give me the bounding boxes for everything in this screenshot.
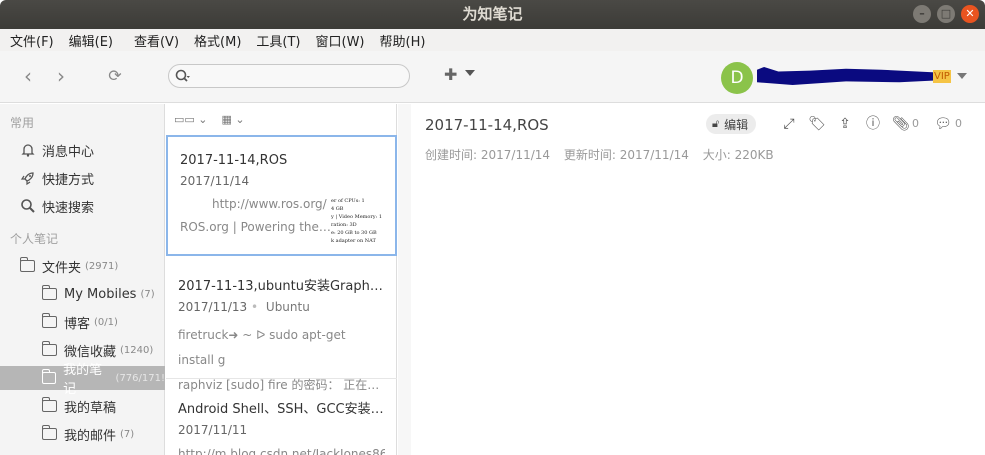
document-meta: 创建时间: 2017/11/14 更新时间: 2017/11/14 大小: 22… [425, 146, 784, 163]
note-date: 2017/11/14 [180, 174, 250, 188]
list-item[interactable]: 2017-11-14,ROS 2017/11/14 http://www.ros… [166, 135, 397, 256]
section-common: 常用 [10, 116, 35, 130]
list-item[interactable]: 2017-11-13,ubuntu安装GraphViz Do… 2017/11/… [166, 256, 397, 392]
sidebar-item-label: 我的草稿 [64, 400, 117, 416]
document-size: 大小: 220KB [702, 148, 774, 162]
sidebar-item-label: 我的邮件 [64, 428, 117, 444]
comment-count: 0 [955, 117, 962, 130]
folder-icon [41, 425, 57, 440]
window-title: 为知笔记 [462, 5, 523, 23]
sidebar-item-label: 我的笔记 [63, 363, 103, 397]
note-abstract: http://m.blog.csdn.net/JackJones86/ [178, 447, 385, 455]
share-icon[interactable]: ⇪ [836, 115, 854, 133]
sidebar-item-drafts[interactable]: 我的草稿 [0, 394, 165, 418]
username-redacted[interactable] [757, 67, 935, 85]
search-icon [21, 199, 35, 213]
folder-count: (1240) [120, 344, 154, 356]
sidebar-item-label: My Mobiles [64, 286, 137, 302]
note-title: 2017-11-13,ubuntu安装GraphViz Do… [178, 279, 385, 294]
main-toolbar: ‹ › ⟳ ✚ D VIP [0, 51, 985, 103]
sidebar-item-my-notes[interactable]: 我的笔记 (776/171! [0, 363, 165, 397]
folder-icon [41, 313, 57, 328]
attachment-count: 0 [912, 117, 919, 130]
close-icon[interactable]: ✕ [961, 5, 979, 23]
sidebar-item-folders[interactable]: 文件夹 (2971) [0, 254, 165, 278]
menu-window[interactable]: 窗口(W) [310, 31, 371, 50]
attachment-icon[interactable]: 📎︎ [892, 115, 910, 133]
folder-icon [19, 257, 35, 272]
folder-icon [41, 397, 57, 412]
folder-count: (776/171! [115, 372, 165, 384]
sidebar-item-label: 快速搜索 [42, 200, 95, 216]
tag-icon[interactable]: 🏷︎ [808, 115, 826, 133]
sidebar-item-label: 快捷方式 [42, 172, 95, 188]
sidebar-item-label: 消息中心 [42, 144, 95, 160]
folder-count: (2971) [85, 260, 119, 272]
user-menu-dropdown-icon[interactable] [957, 73, 967, 79]
sidebar-item-label: 微信收藏 [64, 344, 117, 360]
menu-edit[interactable]: 编辑(E) [63, 31, 119, 50]
sidebar: 常用 消息中心 快捷方式 快速搜索 个人笔记 文件夹 (2971) My Mob… [0, 104, 165, 455]
new-note-button[interactable]: ✚ [444, 65, 457, 84]
note-title: Android Shell、SSH、GCC安装与配… [178, 402, 385, 417]
note-date: 2017/11/13 • Ubuntu [178, 300, 310, 314]
search-dropdown-icon[interactable] [175, 68, 191, 84]
rocket-icon [20, 172, 34, 186]
bell-icon [21, 144, 35, 157]
avatar[interactable]: D [721, 62, 753, 94]
folder-count: (7) [120, 428, 135, 440]
updated-time: 更新时间: 2017/11/14 [563, 148, 689, 162]
list-item[interactable]: Android Shell、SSH、GCC安装与配… 2017/11/11 ht… [166, 379, 397, 455]
document-title: 2017-11-14,ROS [425, 116, 549, 134]
menu-file[interactable]: 文件(F) [4, 31, 60, 50]
edit-label: 编辑 [724, 117, 749, 132]
window-titlebar: 为知笔记 – □ ✕ [0, 0, 985, 29]
lock-icon: 🔓︎ [712, 117, 720, 130]
note-thumbnail: er of CPUs: 1 4 GB y | Video Memory: 1 r… [331, 198, 383, 243]
note-list: ▭▭ ⌄ ▦ ⌄ 2017-11-14,ROS 2017/11/14 http:… [166, 104, 397, 455]
list-toolbar: ▭▭ ⌄ ▦ ⌄ [166, 104, 396, 134]
sidebar-item-my-mobiles[interactable]: My Mobiles (7) [0, 282, 165, 306]
document-view: 2017-11-14,ROS 🔓︎ 编辑 ⤢ 🏷︎ ⇪ ⓘ 📎︎ 0 💬︎ 0 … [398, 104, 985, 455]
sidebar-item-messages[interactable]: 消息中心 [0, 138, 165, 162]
menu-help[interactable]: 帮助(H) [374, 31, 432, 50]
vip-badge: VIP [933, 70, 951, 83]
menu-bar: 文件(F) 编辑(E) 查看(V) 格式(M) 工具(T) 窗口(W) 帮助(H… [0, 29, 985, 51]
created-time: 创建时间: 2017/11/14 [425, 148, 551, 162]
folder-icon [41, 285, 57, 300]
search-input[interactable] [168, 64, 410, 88]
edit-button[interactable]: 🔓︎ 编辑 [706, 114, 757, 134]
menu-view[interactable]: 查看(V) [128, 31, 185, 50]
sync-icon[interactable]: ⟳ [104, 65, 126, 87]
folder-icon [41, 369, 57, 384]
sidebar-item-blog[interactable]: 博客 (0/1) [0, 310, 165, 334]
sort-icon[interactable]: ▦ ⌄ [222, 113, 245, 126]
folder-count: (7) [140, 288, 155, 300]
sidebar-item-label: 博客 [64, 316, 91, 332]
minimize-icon[interactable]: – [913, 5, 931, 23]
folder-icon [41, 341, 57, 356]
expand-icon[interactable]: ⤢ [780, 115, 798, 133]
note-title: 2017-11-14,ROS [180, 153, 288, 168]
menu-format[interactable]: 格式(M) [188, 31, 247, 50]
menu-tools[interactable]: 工具(T) [250, 31, 306, 50]
maximize-icon[interactable]: □ [937, 5, 955, 23]
comment-icon[interactable]: 💬︎ [934, 115, 952, 133]
back-icon[interactable]: ‹ [17, 65, 39, 87]
sidebar-item-mail[interactable]: 我的邮件 (7) [0, 422, 165, 446]
sidebar-item-label: 文件夹 [42, 260, 82, 276]
new-note-dropdown-icon[interactable] [465, 70, 475, 76]
sidebar-item-shortcuts[interactable]: 快捷方式 [0, 166, 165, 190]
info-icon[interactable]: ⓘ [864, 115, 882, 133]
folder-count: (0/1) [94, 316, 118, 328]
section-personal: 个人笔记 [10, 232, 59, 246]
forward-icon[interactable]: › [50, 65, 72, 87]
note-date: 2017/11/11 [178, 423, 248, 437]
view-mode-icon[interactable]: ▭▭ ⌄ [174, 113, 208, 126]
sidebar-item-quick-search[interactable]: 快速搜索 [0, 194, 165, 218]
